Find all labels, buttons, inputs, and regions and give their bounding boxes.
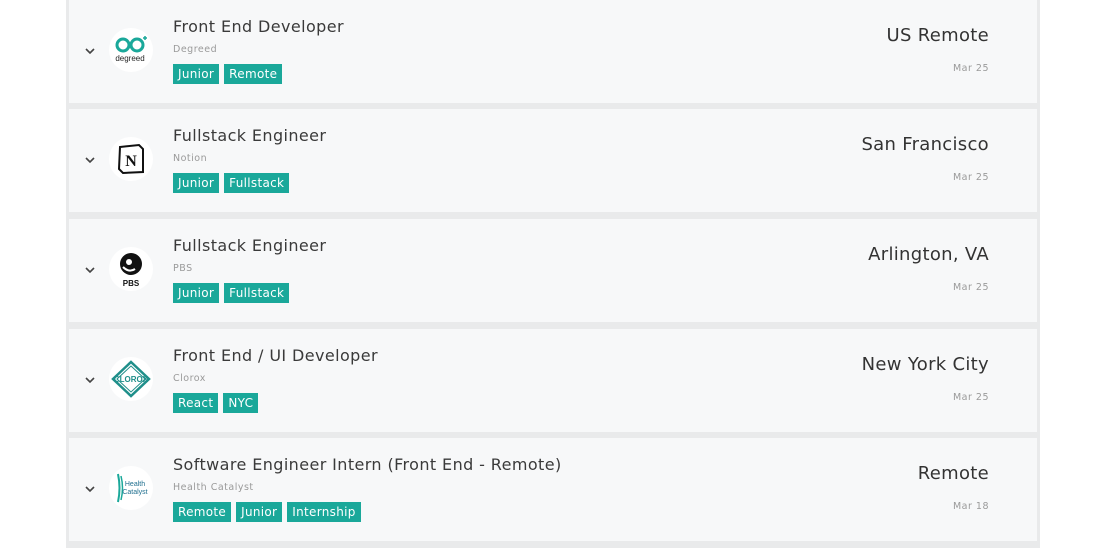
job-card[interactable]: N Fullstack Engineer Notion Junior Fulls… — [69, 109, 1037, 212]
post-date: Mar 25 — [952, 172, 989, 183]
job-location: San Francisco — [861, 134, 989, 155]
tag-list: React NYC — [173, 393, 259, 413]
job-card[interactable]: PBS Fullstack Engineer PBS Junior Fullst… — [69, 219, 1037, 322]
tag-badge[interactable]: Junior — [236, 502, 283, 522]
job-card[interactable]: CLOROX Front End / UI Developer Clorox R… — [69, 329, 1037, 432]
tag-badge[interactable]: Junior — [173, 173, 220, 193]
job-title[interactable]: Fullstack Engineer — [173, 236, 326, 255]
chevron-down-icon[interactable] — [82, 43, 98, 59]
tag-badge[interactable]: Remote — [173, 502, 232, 522]
tag-badge[interactable]: Fullstack — [224, 173, 290, 193]
tag-badge[interactable]: React — [173, 393, 219, 413]
post-date: Mar 18 — [952, 501, 989, 512]
notion-logo-icon: N — [117, 143, 144, 175]
health-catalyst-logo-icon: Health Catalyst — [117, 473, 148, 503]
job-card[interactable]: degreed Front End Developer Degreed Juni… — [69, 0, 1037, 103]
company-logo: N — [109, 137, 153, 181]
job-location: New York City — [861, 354, 989, 375]
job-list: degreed Front End Developer Degreed Juni… — [69, 0, 1037, 548]
tag-list: Junior Fullstack — [173, 283, 290, 303]
clorox-logo-icon: CLOROX — [111, 360, 151, 398]
tag-badge[interactable]: NYC — [223, 393, 259, 413]
tag-badge[interactable]: Internship — [287, 502, 361, 522]
tag-badge[interactable]: Fullstack — [224, 283, 290, 303]
glasses-logo-icon: degreed — [115, 36, 147, 63]
company-logo: CLOROX — [109, 357, 153, 401]
pbs-logo-icon: PBS — [120, 253, 142, 288]
tag-list: Junior Remote — [173, 64, 283, 84]
svg-text:N: N — [125, 153, 137, 170]
company-name: Degreed — [173, 44, 218, 55]
job-title[interactable]: Fullstack Engineer — [173, 126, 326, 145]
company-logo: PBS — [109, 247, 153, 291]
tag-list: Remote Junior Internship — [173, 502, 361, 522]
svg-text:Catalyst: Catalyst — [122, 489, 147, 496]
svg-text:degreed: degreed — [115, 54, 144, 63]
company-logo: Health Catalyst — [109, 466, 153, 510]
chevron-down-icon[interactable] — [82, 152, 98, 168]
company-name: Health Catalyst — [173, 482, 254, 493]
chevron-down-icon[interactable] — [82, 481, 98, 497]
job-title[interactable]: Front End Developer — [173, 17, 344, 36]
job-location: Arlington, VA — [868, 244, 989, 265]
post-date: Mar 25 — [952, 282, 989, 293]
svg-text:Health: Health — [125, 481, 145, 488]
tag-badge[interactable]: Junior — [173, 64, 220, 84]
job-title[interactable]: Software Engineer Intern (Front End - Re… — [173, 455, 562, 474]
job-location: Remote — [917, 463, 989, 484]
tag-badge[interactable]: Junior — [173, 283, 220, 303]
svg-text:CLOROX: CLOROX — [114, 375, 149, 384]
chevron-down-icon[interactable] — [82, 262, 98, 278]
chevron-down-icon[interactable] — [82, 372, 98, 388]
job-card[interactable]: Health Catalyst Software Engineer Intern… — [69, 438, 1037, 541]
post-date: Mar 25 — [952, 63, 989, 74]
company-name: Clorox — [173, 373, 206, 384]
company-logo: degreed — [109, 28, 153, 72]
job-location: US Remote — [886, 25, 989, 46]
job-title[interactable]: Front End / UI Developer — [173, 346, 378, 365]
svg-text:PBS: PBS — [123, 279, 140, 288]
post-date: Mar 25 — [952, 392, 989, 403]
company-name: PBS — [173, 263, 193, 274]
company-name: Notion — [173, 153, 208, 164]
tag-badge[interactable]: Remote — [224, 64, 283, 84]
tag-list: Junior Fullstack — [173, 173, 290, 193]
